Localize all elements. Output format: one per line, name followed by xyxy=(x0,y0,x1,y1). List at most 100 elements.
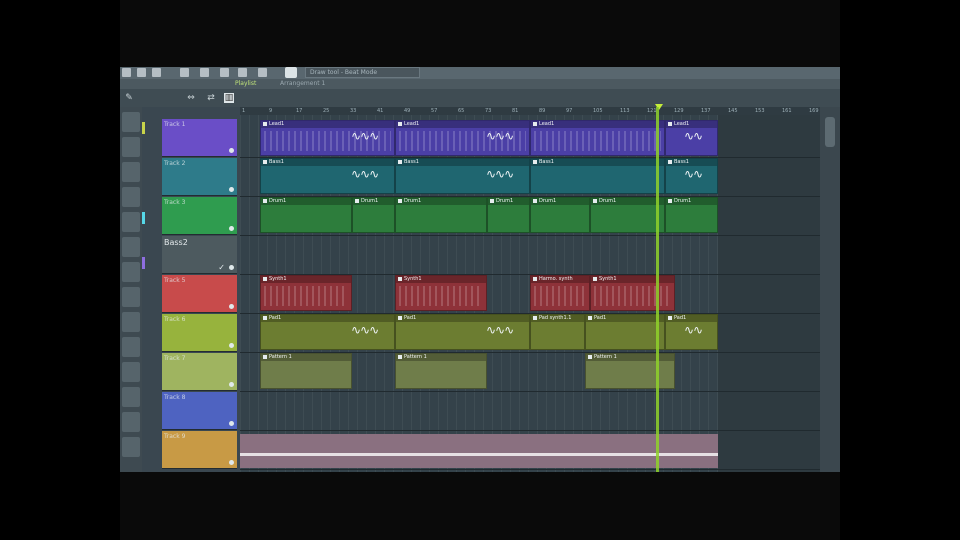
strip-button[interactable] xyxy=(122,287,140,307)
track-header[interactable]: Track 2 xyxy=(162,158,237,196)
strip-button[interactable] xyxy=(122,387,140,407)
strip-button[interactable] xyxy=(122,312,140,332)
clip-drum[interactable]: Drum1 xyxy=(487,197,530,233)
save-icon[interactable] xyxy=(152,68,161,77)
mute-icon[interactable] xyxy=(229,226,234,231)
track-name: Track 3 xyxy=(164,199,186,206)
scroll-thumb[interactable] xyxy=(825,117,835,147)
clip-synth[interactable]: Synth1 xyxy=(395,275,487,311)
strip-led xyxy=(142,212,145,224)
arrows-icon[interactable]: ⇔ xyxy=(186,93,196,103)
open-icon[interactable] xyxy=(137,68,146,77)
mute-icon[interactable] xyxy=(229,460,234,465)
strip-button[interactable] xyxy=(122,437,140,457)
track-row-separator xyxy=(240,235,820,236)
track-name: Track 6 xyxy=(164,316,186,323)
clip-drum[interactable]: Drum1 xyxy=(530,197,590,233)
clip-pad[interactable]: Pad1 ∿∿∿ xyxy=(395,314,530,350)
strip-button[interactable] xyxy=(122,212,140,232)
clip-pad[interactable]: Pad1 ∿∿ xyxy=(665,314,718,350)
playhead[interactable] xyxy=(656,107,659,472)
clip-lead[interactable]: Lead1 ∿∿ xyxy=(665,120,718,156)
clip-lead[interactable]: Lead1 ∿∿∿ xyxy=(395,120,530,156)
clip-drum[interactable]: Drum1 xyxy=(665,197,718,233)
track-header[interactable]: Track 9 xyxy=(162,431,237,469)
strip-button[interactable] xyxy=(122,237,140,257)
strip-button[interactable] xyxy=(122,262,140,282)
strip-button[interactable] xyxy=(122,187,140,207)
ruler-tick-label: 1 xyxy=(242,108,246,114)
clip-pattern[interactable]: Pattern 1 xyxy=(585,353,675,389)
clip-drum[interactable]: Drum1 xyxy=(590,197,665,233)
record-icon[interactable] xyxy=(180,68,189,77)
pencil-icon[interactable]: ✎ xyxy=(124,93,134,103)
window-icon[interactable] xyxy=(285,67,297,78)
ruler-tick-label: 161 xyxy=(782,108,792,114)
strip-button[interactable] xyxy=(122,112,140,132)
clip-bass[interactable]: Bass1 ∿∿∿ xyxy=(395,158,530,194)
ruler-tick-label: 113 xyxy=(620,108,630,114)
swap-icon[interactable]: ⇄ xyxy=(206,93,216,103)
magnet-icon[interactable] xyxy=(238,68,247,77)
clip-bass[interactable]: Bass1 ∿∿ xyxy=(665,158,718,194)
clip-synth[interactable]: Synth1 xyxy=(260,275,352,311)
mute-icon[interactable] xyxy=(229,148,234,153)
timeline-ruler[interactable]: 1 9 17 25 33 41 49 57 65 73 81 89 97 105 113 121 129 137 1… xyxy=(240,107,820,115)
track-header[interactable]: Track 1 xyxy=(162,119,237,157)
clip-synth[interactable]: Harmo. synth xyxy=(530,275,590,311)
check-icon[interactable]: ✓ xyxy=(218,263,225,272)
new-icon[interactable] xyxy=(122,68,131,77)
clip-pad[interactable]: Pad synth1.1 xyxy=(530,314,585,350)
track-name: Bass2 xyxy=(164,238,188,247)
clip-audio[interactable] xyxy=(240,434,718,468)
clip-bass[interactable]: Bass1 ∿∿∿ xyxy=(260,158,395,194)
track-header[interactable]: Bass2 ✓ xyxy=(162,236,237,274)
strip-button[interactable] xyxy=(122,137,140,157)
clip-synth[interactable]: Synth1 xyxy=(590,275,675,311)
clip-drum[interactable]: Drum1 xyxy=(352,197,395,233)
clip-lead[interactable]: Lead1 ∿∿∿ xyxy=(260,120,395,156)
track-name: Track 1 xyxy=(164,121,186,128)
playlist-header: Playlist Arrangement 1 xyxy=(120,79,840,89)
strip-button[interactable] xyxy=(122,362,140,382)
ruler-tick-label: 33 xyxy=(350,108,357,114)
audio-waveform xyxy=(240,453,718,456)
clip-drum[interactable]: Drum1 xyxy=(395,197,487,233)
track-header[interactable]: Track 5 xyxy=(162,275,237,313)
clip-drum[interactable]: Drum1 xyxy=(260,197,352,233)
clip-bass[interactable]: Bass1 xyxy=(530,158,665,194)
track-name: Track 7 xyxy=(164,355,186,362)
tools-icon[interactable] xyxy=(258,68,267,77)
ruler-tick-label: 73 xyxy=(485,108,492,114)
track-header[interactable]: Track 3 xyxy=(162,197,237,235)
ruler-tick-label: 57 xyxy=(431,108,438,114)
cut-icon[interactable] xyxy=(220,68,229,77)
vertical-scrollbar[interactable] xyxy=(820,107,840,472)
clip-pad[interactable]: Pad1 xyxy=(585,314,665,350)
clip-lead[interactable]: Lead1 xyxy=(530,120,665,156)
track-row-separator xyxy=(240,391,820,392)
track-header[interactable]: Track 7 xyxy=(162,353,237,391)
mute-icon[interactable] xyxy=(229,421,234,426)
clip-pattern[interactable]: Pattern 1 xyxy=(395,353,487,389)
hint-panel: Draw tool - Beat Mode xyxy=(305,67,420,78)
playlist-subtitle[interactable]: Arrangement 1 xyxy=(280,79,325,89)
strip-button[interactable] xyxy=(122,412,140,432)
mute-icon[interactable] xyxy=(229,265,234,270)
track-header[interactable]: Track 6 xyxy=(162,314,237,352)
strip-button[interactable] xyxy=(122,162,140,182)
strip-button[interactable] xyxy=(122,337,140,357)
mute-icon[interactable] xyxy=(229,304,234,309)
clip-pattern[interactable]: Pattern 1 xyxy=(260,353,352,389)
mic-icon[interactable] xyxy=(200,68,209,77)
ruler-tick-label: 17 xyxy=(296,108,303,114)
track-header[interactable]: Track 8 xyxy=(162,392,237,430)
grid-empty-area xyxy=(718,115,820,472)
clip-pad[interactable]: Pad1 ∿∿∿ xyxy=(260,314,395,350)
mute-icon[interactable] xyxy=(229,187,234,192)
ruler-tick-label: 145 xyxy=(728,108,738,114)
mute-icon[interactable] xyxy=(229,343,234,348)
wave-icon: ∿∿ xyxy=(684,167,703,181)
piano-icon[interactable]: ▥ xyxy=(224,93,234,103)
mute-icon[interactable] xyxy=(229,382,234,387)
